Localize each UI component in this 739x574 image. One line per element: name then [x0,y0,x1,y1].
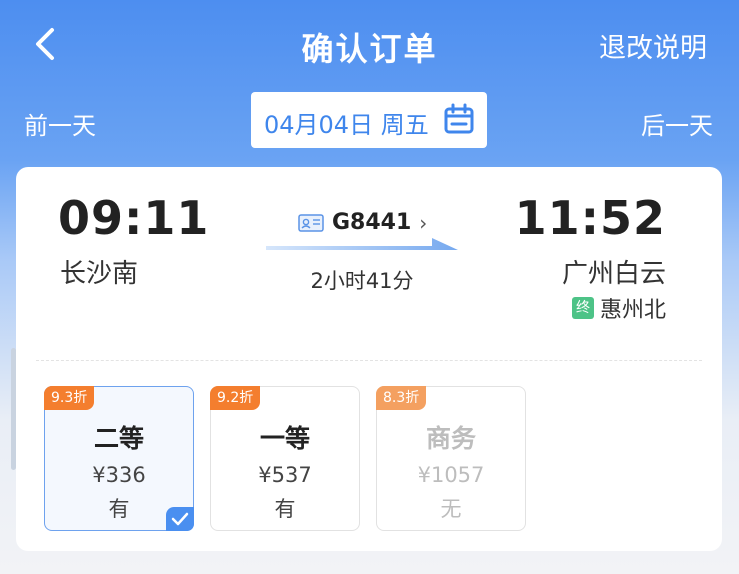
next-day-button[interactable]: 后一天 [641,106,713,141]
discount-badge: 9.3折 [44,386,95,410]
train-number-link[interactable]: G8441 › [298,210,427,235]
seat-class-name: 一等 [259,424,310,453]
selected-check-icon [166,507,194,531]
date-picker[interactable]: 04月04日 周五 [251,92,487,148]
seat-price: ¥336 [92,463,146,487]
seat-option-second-class[interactable]: 9.3折 二等 ¥336 有 [44,386,194,531]
seat-class-name: 商务 [425,424,476,453]
date-bar: 前一天 04月04日 周五 后一天 [0,90,739,150]
seat-class-name: 二等 [93,424,144,453]
direction-arrow-icon [266,238,458,250]
id-card-icon [298,213,324,232]
seat-availability: 无 [440,497,462,521]
discount-badge: 9.2折 [210,386,261,410]
selected-date: 04月04日 周五 [264,111,429,139]
departure-time: 09:11 [58,191,210,245]
back-button[interactable] [28,22,64,66]
departure-station: 长沙南 [60,259,139,289]
terminal-station: 终 惠州北 [571,292,666,324]
seat-price: ¥1057 [417,463,485,487]
terminal-tag: 终 [571,297,594,319]
seat-availability: 有 [274,497,296,521]
calendar-icon [444,103,474,134]
discount-badge: 8.3折 [376,386,427,410]
refund-policy-link[interactable]: 退改说明 [599,26,707,65]
chevron-left-icon [36,28,54,60]
trip-duration: 2小时41分 [310,269,414,293]
seat-option-first-class[interactable]: 9.2折 一等 ¥537 有 [210,386,360,531]
train-info-card: 09:11 长沙南 G8441 › 2小时41分 11:52 广州白云 终 惠州… [16,167,722,551]
seat-price: ¥537 [258,463,312,487]
terminal-station-name: 惠州北 [599,298,666,323]
seat-option-business-class[interactable]: 8.3折 商务 ¥1057 无 [376,386,526,531]
arrival-time: 11:52 [514,191,666,245]
top-bar: 确认订单 退改说明 [0,0,739,90]
train-number: G8441 [332,210,412,235]
arrival-station: 广州白云 [561,259,666,289]
divider [36,360,702,361]
prev-day-button[interactable]: 前一天 [24,106,96,141]
chevron-right-icon: › [419,210,428,235]
